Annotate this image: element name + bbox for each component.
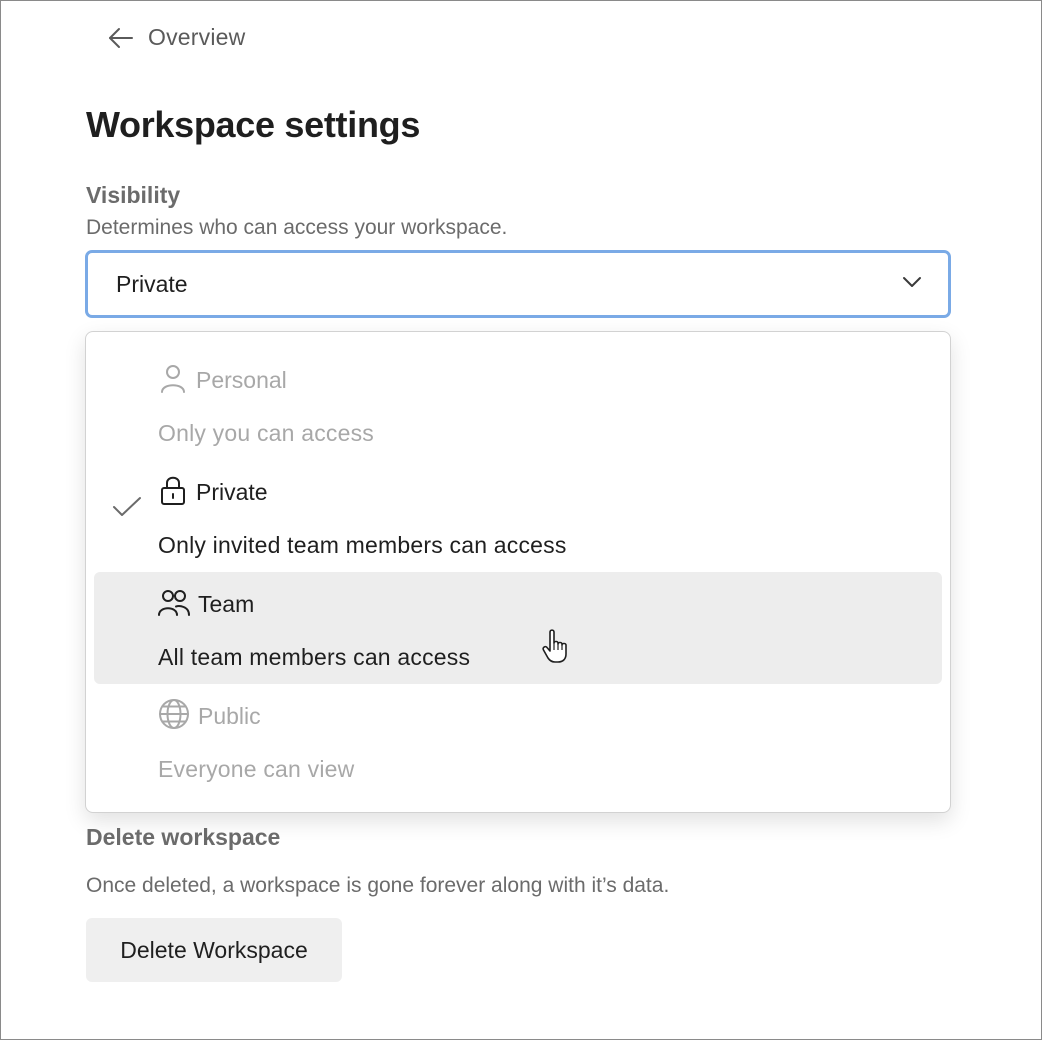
option-description: Everyone can view (158, 756, 355, 782)
visibility-option-team[interactable]: Team All team members can access (94, 572, 942, 684)
option-description: Only invited team members can access (158, 532, 567, 558)
page-title: Workspace settings (86, 104, 421, 145)
visibility-option-private[interactable]: Private Only invited team members can ac… (94, 460, 942, 572)
lock-icon (158, 474, 188, 511)
chevron-down-icon (902, 275, 922, 293)
back-link-label: Overview (148, 24, 246, 50)
hand-pointer-cursor-icon (542, 628, 574, 669)
user-icon (158, 362, 188, 399)
option-label: Public (198, 703, 261, 729)
users-icon (158, 586, 190, 623)
visibility-option-public[interactable]: Public Everyone can view (94, 684, 942, 796)
delete-workspace-button[interactable]: Delete Workspace (86, 918, 342, 982)
arrow-left-icon (108, 27, 134, 49)
visibility-option-personal[interactable]: Personal Only you can access (94, 348, 942, 460)
visibility-dropdown-menu: Personal Only you can access Private Onl… (85, 331, 951, 813)
visibility-description: Determines who can access your workspace… (86, 216, 508, 239)
back-to-overview-link[interactable]: Overview (108, 24, 245, 51)
globe-icon (158, 698, 190, 735)
option-label: Personal (196, 367, 287, 393)
checkmark-icon (112, 496, 142, 523)
option-description: All team members can access (158, 644, 471, 670)
visibility-heading: Visibility (86, 182, 181, 208)
option-description: Only you can access (158, 420, 375, 446)
delete-workspace-heading: Delete workspace (86, 824, 281, 850)
visibility-select[interactable]: Private (85, 250, 951, 318)
visibility-select-value: Private (116, 270, 188, 297)
delete-workspace-description: Once deleted, a workspace is gone foreve… (86, 874, 670, 897)
option-label: Private (196, 479, 268, 505)
option-label: Team (198, 591, 255, 617)
